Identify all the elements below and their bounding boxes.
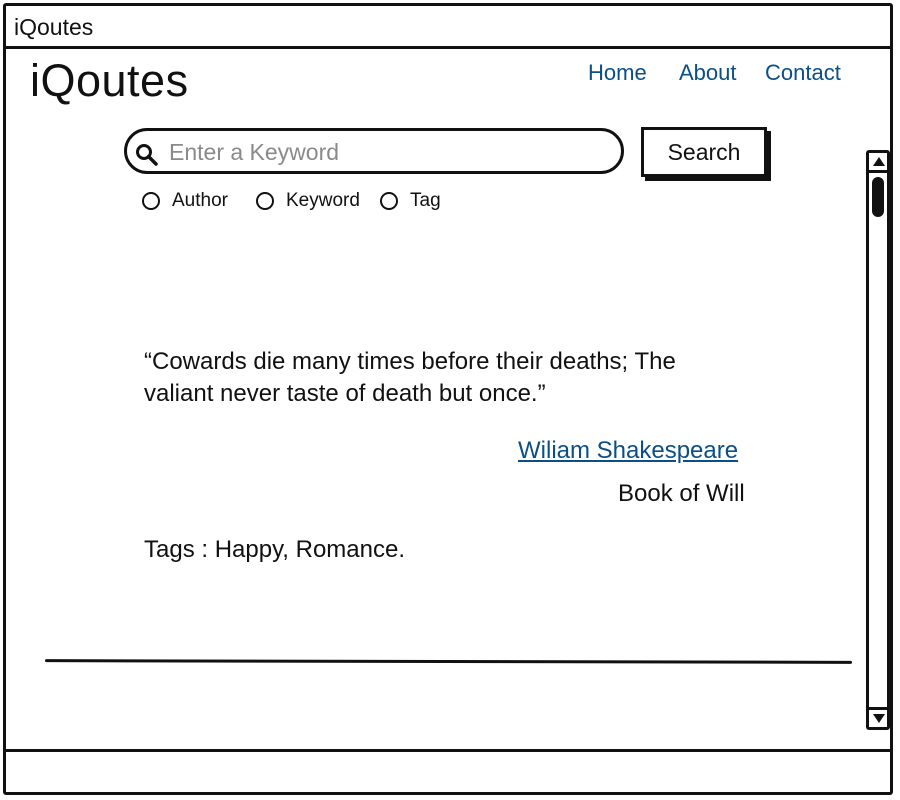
radio-keyword-label: Keyword: [286, 190, 360, 211]
radio-tag-label: Tag: [410, 190, 441, 211]
window-titlebar: iQoutes: [6, 6, 890, 49]
search-field[interactable]: [124, 128, 624, 174]
quote-book: Book of Will: [618, 480, 745, 507]
search-icon: [136, 144, 158, 166]
search-button[interactable]: Search: [641, 127, 767, 177]
scroll-up-arrow-icon[interactable]: [869, 153, 887, 173]
radio-tag[interactable]: [380, 192, 398, 210]
site-logo[interactable]: iQoutes: [30, 55, 189, 107]
filter-author[interactable]: Author: [142, 190, 228, 212]
scroll-down-arrow-icon[interactable]: [869, 707, 887, 727]
search-input[interactable]: [167, 137, 611, 167]
filter-tag[interactable]: Tag: [380, 190, 441, 212]
radio-author-label: Author: [172, 190, 228, 211]
quote-author-link[interactable]: Wiliam Shakespeare: [518, 437, 738, 465]
quote-text: “Cowards die many times before their dea…: [144, 348, 676, 407]
scroll-thumb[interactable]: [872, 177, 884, 217]
radio-keyword[interactable]: [256, 192, 274, 210]
quote-tags: Tags : Happy, Romance.: [144, 536, 406, 563]
window-title: iQoutes: [14, 14, 94, 40]
radio-author[interactable]: [142, 192, 160, 210]
nav-home-link[interactable]: Home: [588, 60, 647, 86]
filter-keyword[interactable]: Keyword: [256, 190, 360, 212]
vertical-scrollbar[interactable]: [866, 150, 890, 730]
nav-contact-link[interactable]: Contact: [765, 60, 841, 86]
window-statusbar: [6, 749, 890, 792]
nav-about-link[interactable]: About: [679, 60, 737, 86]
